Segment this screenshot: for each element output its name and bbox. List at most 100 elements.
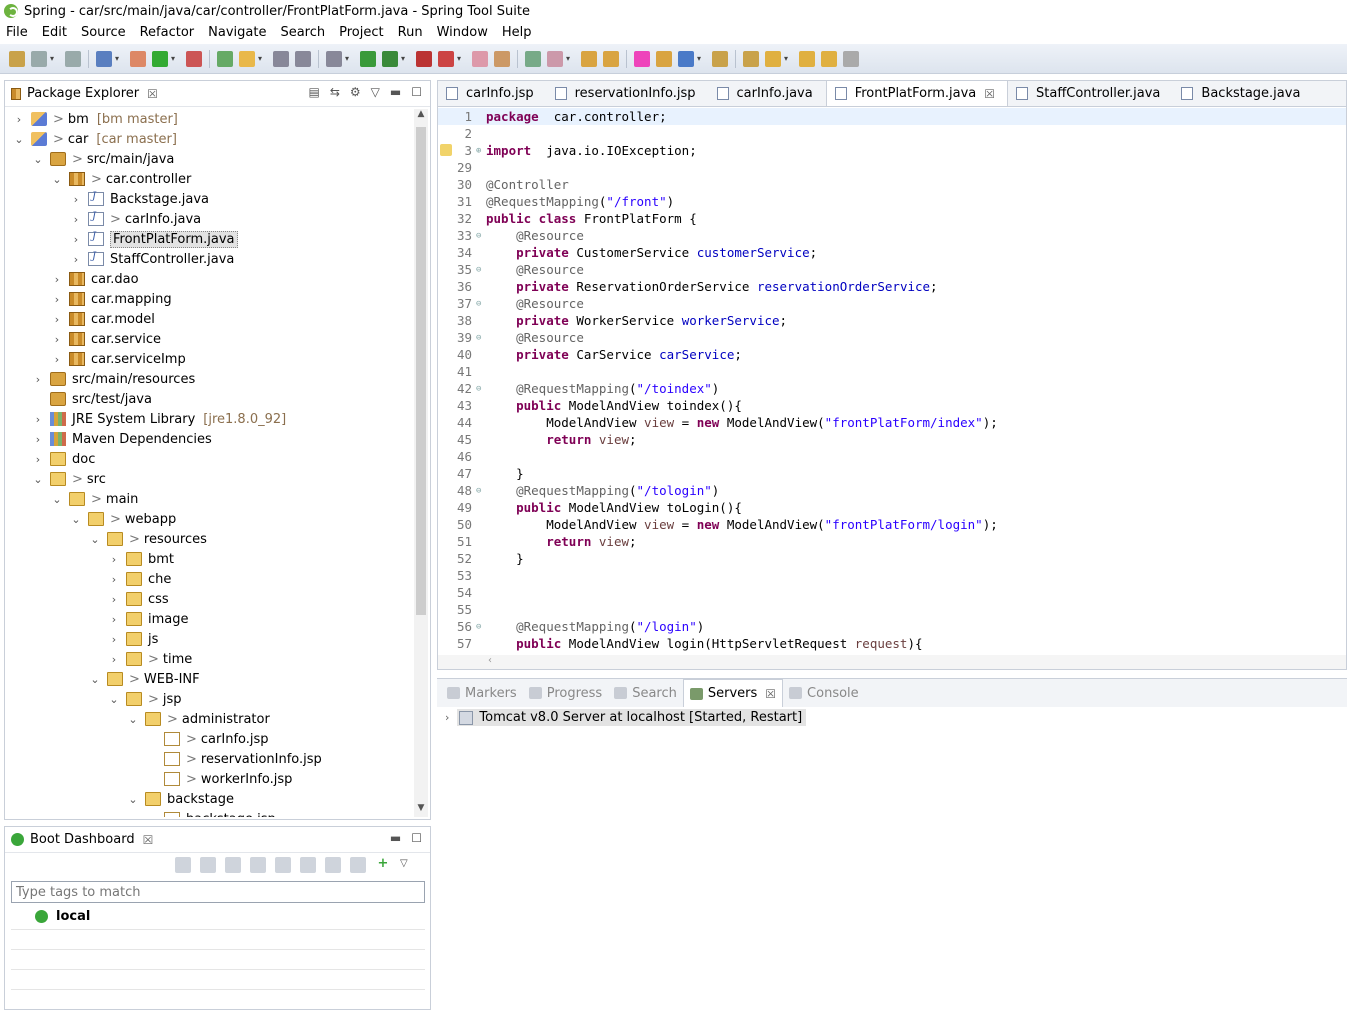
expand-icon[interactable]: › [108, 613, 120, 626]
tag-filter-input[interactable]: Type tags to match [11, 881, 425, 903]
tree-item[interactable]: › car.mapping [51, 289, 172, 309]
expand-icon[interactable]: › [32, 373, 44, 386]
expand-icon[interactable]: › [70, 253, 82, 266]
markers-icon[interactable] [273, 50, 289, 67]
new-icon[interactable] [9, 50, 25, 67]
tree-item[interactable]: ⌄ > car.controller [51, 169, 191, 189]
open-project-icon[interactable] [656, 50, 672, 67]
code-line[interactable]: 48 ⊖ @RequestMapping("/tologin") [438, 482, 1346, 499]
fold-toggle-icon[interactable]: ⊖ [476, 299, 486, 309]
tree-item[interactable]: › Maven Dependencies [32, 429, 212, 449]
tree-item[interactable]: ⌄ > src [32, 469, 106, 489]
dropdown-arrow-icon[interactable]: ▾ [564, 51, 572, 67]
tree-item[interactable]: › FrontPlatForm.java [70, 229, 238, 249]
debug-icon[interactable] [200, 857, 216, 873]
collapse-icon[interactable]: ⌄ [108, 693, 120, 706]
expand-icon[interactable]: › [108, 573, 120, 586]
tree-item[interactable]: ⌄ backstage [127, 789, 234, 809]
pin-icon[interactable] [843, 50, 859, 67]
filter-icon[interactable]: ⚙ [350, 85, 361, 99]
expand-icon[interactable]: › [51, 353, 63, 366]
dropdown-arrow-icon[interactable]: ▾ [399, 51, 407, 67]
tree-item[interactable]: ⌄ > main [51, 489, 138, 509]
fold-toggle-icon[interactable]: ⊖ [476, 486, 486, 496]
edit-icon[interactable] [300, 857, 316, 873]
expand-icon[interactable]: › [108, 653, 120, 666]
next-annotation-icon[interactable] [712, 50, 728, 67]
expand-icon[interactable]: › [13, 113, 25, 126]
code-line[interactable]: 54 [438, 584, 1346, 601]
fold-toggle-icon[interactable]: ⊖ [476, 333, 486, 343]
code-line[interactable]: 55 [438, 601, 1346, 618]
open-browser-icon[interactable] [250, 857, 266, 873]
tree-item[interactable]: › doc [32, 449, 96, 469]
dropdown-arrow-icon[interactable]: ▾ [113, 51, 121, 67]
scroll-up-icon[interactable]: ▲ [414, 109, 428, 123]
maximize-icon[interactable]: ☐ [411, 831, 422, 845]
close-icon[interactable]: ☒ [143, 833, 154, 847]
code-line[interactable]: 31 @RequestMapping("/front") [438, 193, 1346, 210]
prev-annotation-icon[interactable] [743, 50, 759, 67]
tree-item[interactable]: › >carInfo.java [70, 209, 201, 229]
close-icon[interactable]: ☒ [147, 87, 158, 101]
collapse-icon[interactable]: ⌄ [70, 513, 82, 526]
tab-console[interactable]: Console [783, 679, 865, 707]
tree-scrollbar[interactable]: ▲ ▼ [414, 109, 428, 817]
boot-launch-icon[interactable] [152, 50, 168, 67]
editor-hscrollbar[interactable]: ‹ [438, 655, 1346, 669]
tree-item[interactable]: ⌄ > resources [89, 529, 207, 549]
code-line[interactable]: 30 @Controller [438, 176, 1346, 193]
expand-icon[interactable]: › [51, 273, 63, 286]
code-line[interactable]: 3 ⊕ import java.io.IOException; [438, 142, 1346, 159]
collapse-icon[interactable]: ⌄ [89, 673, 101, 686]
expose-icon[interactable] [350, 857, 366, 873]
boot-dashboard-title[interactable]: Boot Dashboard [30, 832, 135, 847]
code-line[interactable]: 36 private ReservationOrderService reser… [438, 278, 1346, 295]
dropdown-arrow-icon[interactable]: ▾ [455, 51, 463, 67]
tree-item[interactable]: › js [108, 629, 159, 649]
skip-breakpoints-icon[interactable] [130, 50, 146, 67]
tree-item[interactable]: › css [108, 589, 169, 609]
code-line[interactable]: 52 } [438, 550, 1346, 567]
dropdown-arrow-icon[interactable]: ▾ [169, 51, 177, 67]
tree-item[interactable]: ⌄ > webapp [70, 509, 176, 529]
editor-tab[interactable]: StaffController.java [1008, 80, 1173, 106]
menu-navigate[interactable]: Navigate [208, 25, 266, 40]
minimize-icon[interactable]: ▬ [390, 85, 401, 99]
server-entry[interactable]: Tomcat v8.0 Server at localhost [Started… [457, 709, 807, 726]
code-line[interactable]: 51 return view; [438, 533, 1346, 550]
new-package-icon[interactable] [494, 50, 510, 67]
expand-icon[interactable]: › [108, 633, 120, 646]
coverage-icon[interactable] [438, 50, 454, 67]
expand-icon[interactable]: › [70, 233, 82, 246]
tab-progress[interactable]: Progress [523, 679, 608, 707]
menu-source[interactable]: Source [81, 25, 126, 40]
fold-toggle-icon[interactable]: ⊖ [476, 231, 486, 241]
back-icon[interactable] [765, 50, 781, 67]
dropdown-arrow-icon[interactable]: ▾ [695, 51, 703, 67]
code-line[interactable]: 45 return view; [438, 431, 1346, 448]
code-line[interactable]: 49 public ModelAndView toLogin(){ [438, 499, 1346, 516]
tree-item[interactable]: › image [108, 609, 189, 629]
expand-icon[interactable]: › [32, 413, 44, 426]
maximize-icon[interactable]: ☐ [411, 85, 422, 99]
expand-icon[interactable]: › [70, 213, 82, 226]
tree-item[interactable]: › src/main/resources [32, 369, 195, 389]
tree-item[interactable]: > carInfo.jsp [146, 729, 269, 749]
code-line[interactable]: 34 private CustomerService customerServi… [438, 244, 1346, 261]
toggle-mark-icon[interactable] [239, 50, 255, 67]
tree-item[interactable]: ⌄ > WEB-INF [89, 669, 199, 689]
minimize-icon[interactable]: ▬ [390, 831, 401, 845]
dropdown-arrow-icon[interactable]: ▾ [256, 51, 264, 67]
menu-help[interactable]: Help [502, 25, 532, 40]
code-line[interactable]: 44 ModelAndView view = new ModelAndView(… [438, 414, 1346, 431]
code-line[interactable]: 2 [438, 125, 1346, 142]
tree-item[interactable]: › JRE System Library [jre1.8.0_92] [32, 409, 286, 429]
view-menu-icon[interactable]: ▽ [371, 85, 380, 99]
tree-item[interactable]: backstage.jsp [146, 809, 276, 817]
expand-icon[interactable]: › [108, 593, 120, 606]
tree-item[interactable]: › StaffController.java [70, 249, 235, 269]
code-line[interactable]: 47 } [438, 465, 1346, 482]
code-line[interactable]: 38 private WorkerService workerService; [438, 312, 1346, 329]
tree-item[interactable]: › Backstage.java [70, 189, 209, 209]
